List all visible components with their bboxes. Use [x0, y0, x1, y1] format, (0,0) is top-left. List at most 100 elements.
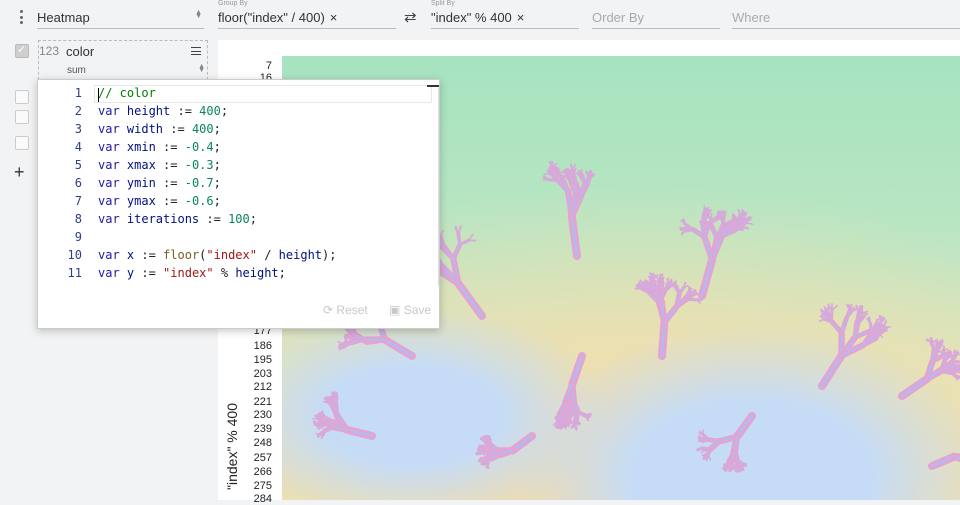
group-by-caption: Group By	[218, 0, 248, 7]
code-token: :=	[163, 122, 192, 136]
code-token: :=	[156, 158, 185, 172]
code-token: var	[98, 212, 127, 226]
minimize-icon[interactable]	[427, 85, 439, 87]
fractal-filament	[469, 235, 473, 241]
editor-scrollbar[interactable]	[438, 88, 439, 286]
code-token: "index"	[206, 248, 257, 262]
y-tick-label: 248	[254, 437, 272, 449]
code-token: ;	[214, 122, 221, 136]
column-checkbox[interactable]	[15, 90, 29, 104]
code-line: var ymax := -0.6;	[98, 192, 336, 210]
code-token: ;	[250, 212, 257, 226]
y-tick-label: 7	[266, 60, 272, 72]
text-cursor	[98, 88, 99, 102]
code-area[interactable]: // colorvar height := 400;var width := 4…	[98, 84, 336, 282]
code-token: var	[98, 176, 127, 190]
select-arrow-icon: ▲▼	[198, 65, 205, 73]
code-line: var height := 400;	[98, 102, 336, 120]
y-tick-label: 195	[254, 354, 272, 366]
swap-axes-icon[interactable]: ⇄	[404, 8, 417, 26]
code-line: var width := 400;	[98, 120, 336, 138]
y-tick-label: 284	[254, 493, 272, 505]
split-by-value: "index" % 400	[431, 10, 512, 25]
code-token: ;	[221, 104, 228, 118]
split-by-field[interactable]: Split By "index" % 400 ×	[431, 0, 579, 29]
plugin-select[interactable]: Heatmap ▲▼	[37, 0, 204, 29]
group-by-field[interactable]: Group By floor("index" / 400) ×	[218, 0, 396, 29]
line-numbers: 1234567891011	[38, 84, 82, 282]
where-placeholder: Where	[732, 10, 770, 25]
fractal-filament	[822, 356, 841, 386]
code-token: var	[98, 104, 127, 118]
add-column-icon[interactable]: +	[14, 162, 25, 183]
column-checkbox[interactable]	[15, 110, 29, 124]
code-token: %	[214, 266, 236, 280]
code-token: /	[257, 248, 279, 262]
line-number: 3	[38, 120, 82, 138]
y-tick-label: 230	[254, 409, 272, 421]
fractal-filament	[336, 404, 337, 415]
save-icon: ▣	[389, 303, 400, 317]
y-tick-label: 221	[254, 396, 272, 408]
code-line: var iterations := 100;	[98, 210, 336, 228]
save-button[interactable]: ▣ Save	[389, 303, 431, 317]
code-line	[98, 228, 336, 246]
fractal-filament	[902, 379, 927, 396]
code-token: :=	[134, 266, 163, 280]
fractal-filament	[658, 279, 659, 288]
code-token: );	[322, 248, 336, 262]
code-token: ;	[214, 158, 221, 172]
split-by-caption: Split By	[431, 0, 455, 7]
more-options-icon[interactable]	[16, 10, 26, 24]
code-token: height	[235, 266, 278, 280]
code-line: // color	[98, 84, 336, 102]
reset-button[interactable]: ⟳ Reset	[323, 303, 368, 317]
remove-group-by-icon[interactable]: ×	[330, 10, 338, 25]
line-number: 10	[38, 246, 82, 264]
code-token: var	[98, 266, 127, 280]
y-tick-label: 212	[254, 381, 272, 393]
reset-label: Reset	[336, 303, 367, 317]
group-by-value: floor("index" / 400)	[218, 10, 325, 25]
code-token: "index"	[163, 266, 214, 280]
code-token: height	[127, 104, 170, 118]
code-line: var xmin := -0.4;	[98, 138, 336, 156]
code-token: -0.4	[185, 140, 214, 154]
code-token: height	[279, 248, 322, 262]
fractal-filament	[458, 284, 482, 316]
code-token: ;	[214, 194, 221, 208]
y-axis-label: "index" % 400	[224, 403, 240, 490]
code-line: var y := "index" % height;	[98, 264, 336, 282]
y-tick-label: 203	[254, 368, 272, 380]
remove-split-by-icon[interactable]: ×	[517, 10, 525, 25]
code-token: ymin	[127, 176, 156, 190]
code-token: var	[98, 248, 127, 262]
line-number: 11	[38, 264, 82, 282]
fractal-filament	[385, 340, 412, 356]
fractal-filament	[737, 416, 752, 437]
code-token: 400	[199, 104, 221, 118]
code-token: // color	[98, 86, 156, 100]
code-token: ymax	[127, 194, 156, 208]
aggregate-column-card[interactable]: 123 color sum ▲▼	[38, 40, 208, 80]
edit-column-icon[interactable]	[191, 47, 201, 55]
code-token: :=	[134, 248, 163, 262]
expression-editor[interactable]: 1234567891011 // colorvar height := 400;…	[37, 79, 440, 329]
code-token: width	[127, 122, 163, 136]
aggregate-function[interactable]: sum	[67, 65, 86, 76]
y-tick-label: 186	[254, 340, 272, 352]
code-token: ;	[279, 266, 286, 280]
code-token: -0.6	[185, 194, 214, 208]
code-token: ;	[214, 176, 221, 190]
toolbar: Heatmap ▲▼ Group By floor("index" / 400)…	[0, 0, 960, 40]
order-by-field[interactable]: Order By	[592, 0, 720, 29]
line-number: 1	[38, 84, 82, 102]
line-number: 9	[38, 228, 82, 246]
line-number: 6	[38, 174, 82, 192]
code-token: :=	[170, 104, 199, 118]
line-number: 5	[38, 156, 82, 174]
code-token: :=	[199, 212, 228, 226]
column-checkbox[interactable]	[15, 136, 29, 150]
column-checkbox-color[interactable]	[15, 44, 29, 58]
where-field[interactable]: Where	[732, 0, 960, 29]
